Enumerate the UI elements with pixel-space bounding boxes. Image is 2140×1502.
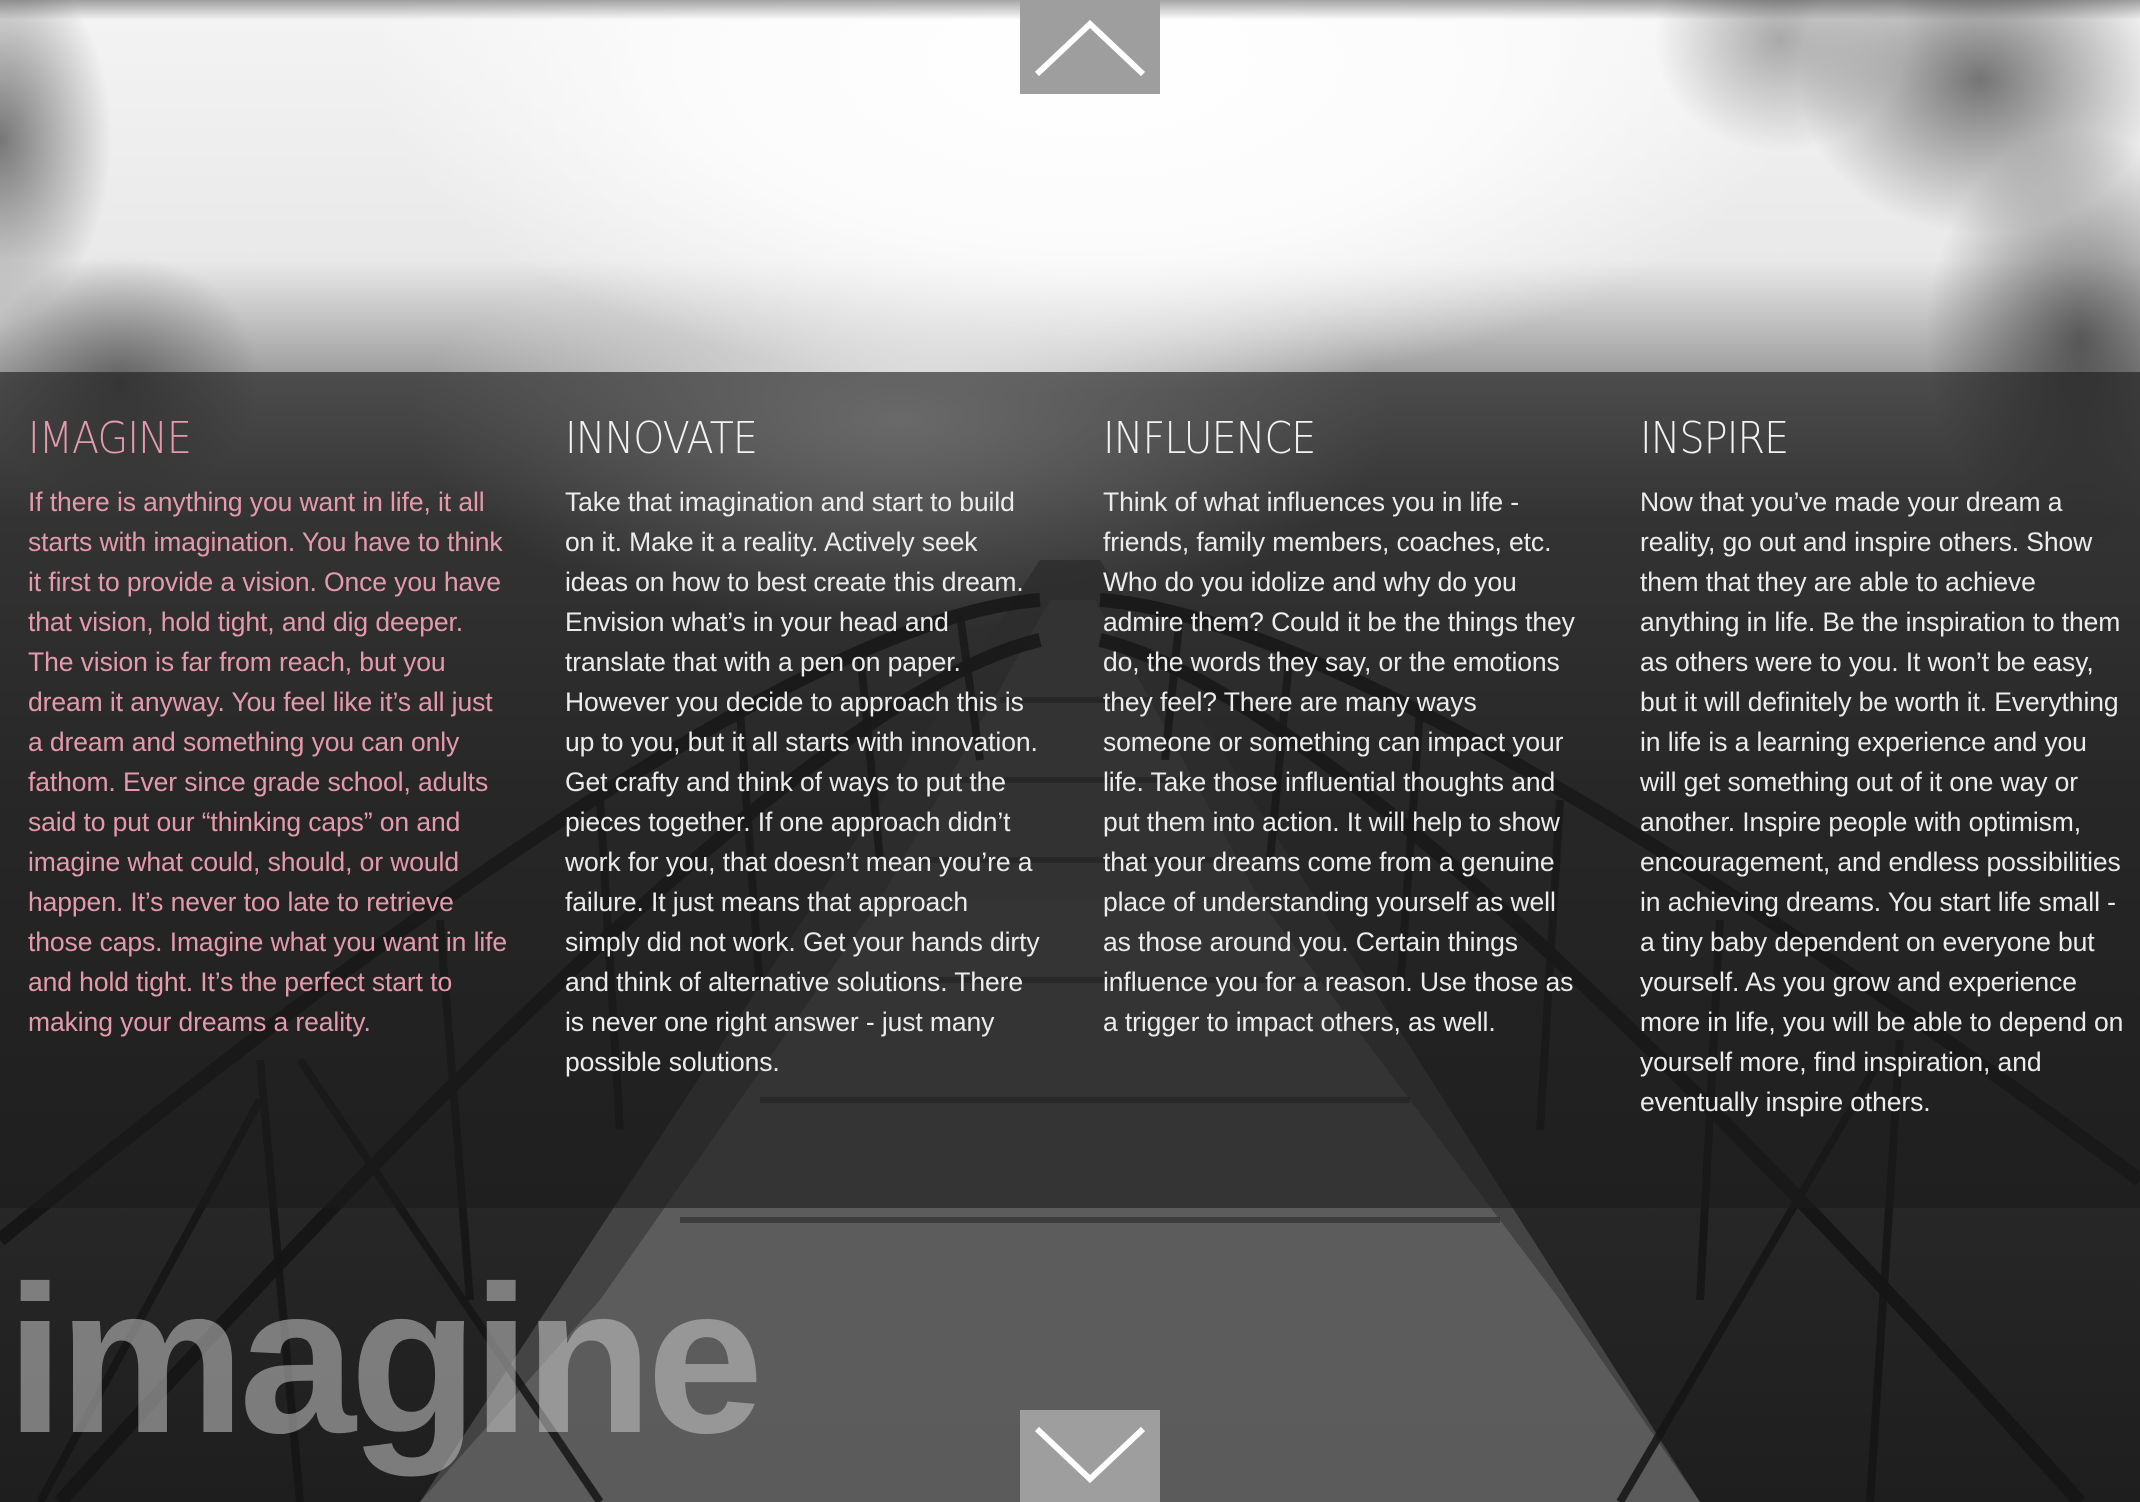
column-imagine: IMAGINE If there is anything you want in… — [28, 410, 508, 1042]
scroll-down-button[interactable] — [1020, 1410, 1160, 1502]
heading-innovate: INNOVATE — [565, 413, 758, 464]
text-innovate: Take that imagination and start to build… — [565, 487, 1040, 1077]
column-influence: INFLUENCE Think of what influences you i… — [1103, 410, 1583, 1042]
text-imagine: If there is anything you want in life, i… — [28, 487, 508, 1037]
text-influence: Think of what influences you in life - f… — [1103, 487, 1575, 1037]
heading-inspire: INSPIRE — [1640, 413, 1789, 464]
page-stage: IMAGINE If there is anything you want in… — [0, 0, 2140, 1502]
section-watermark: imagine — [6, 1242, 764, 1477]
heading-influence: INFLUENCE — [1103, 413, 1316, 464]
column-innovate: INNOVATE Take that imagination and start… — [565, 410, 1045, 1082]
chevron-down-icon — [1034, 1426, 1146, 1484]
heading-imagine: IMAGINE — [28, 413, 192, 464]
chevron-up-icon — [1034, 19, 1146, 77]
column-inspire: INSPIRE Now that you’ve made your dream … — [1640, 410, 2130, 1122]
text-inspire: Now that you’ve made your dream a realit… — [1640, 487, 2124, 1117]
scroll-up-button[interactable] — [1020, 0, 1160, 94]
